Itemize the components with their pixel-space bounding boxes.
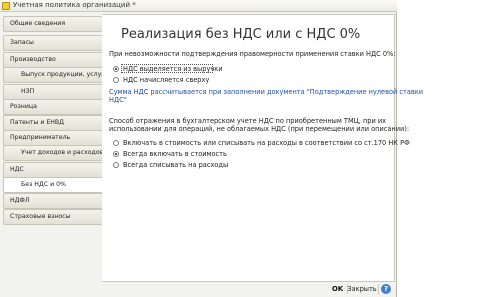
section2-label-line1: Способ отражения в бухгалтерском учете Н… bbox=[109, 117, 387, 125]
sidebar-item-ndfl[interactable]: НДФЛ bbox=[3, 193, 103, 209]
sidebar-item-general[interactable]: Общие сведения bbox=[3, 16, 103, 32]
separator bbox=[378, 284, 379, 294]
ok-button[interactable]: OK bbox=[329, 283, 346, 295]
sidebar-item-stocks[interactable]: Запасы bbox=[3, 35, 103, 51]
sidebar-item-vat[interactable]: НДС bbox=[3, 162, 103, 178]
sidebar-item-no-vat[interactable]: Без НДС и 0% bbox=[3, 177, 105, 193]
vat-note-line2: НДС" bbox=[109, 96, 127, 104]
settings-panel: Реализация без НДС или с НДС 0% При нево… bbox=[102, 14, 423, 282]
app-icon bbox=[2, 2, 10, 10]
option-include-or-expense-label: Включать в стоимость или списывать на ра… bbox=[123, 139, 410, 147]
sidebar-item-output[interactable]: Выпуск продукции, услуг bbox=[3, 67, 103, 83]
option-always-expense-label: Всегда списывать на расходы bbox=[123, 161, 229, 169]
radio-vat-added[interactable] bbox=[113, 77, 119, 83]
radio-vat-extracted[interactable] bbox=[113, 66, 119, 72]
help-icon[interactable]: ? bbox=[381, 284, 391, 294]
sidebar-item-production[interactable]: Производство bbox=[3, 52, 103, 68]
sidebar-item-wip[interactable]: НЗП bbox=[3, 84, 103, 100]
window-title: Учетная политика организаций * bbox=[13, 1, 136, 9]
sidebar-item-retail[interactable]: Розница bbox=[3, 99, 103, 115]
sidebar-item-insurance[interactable]: Страховые взносы bbox=[3, 209, 103, 225]
section1-label: При невозможности подтверждения правомер… bbox=[109, 50, 396, 58]
command-bar: OK Закрыть ? bbox=[102, 283, 396, 297]
option-always-include-label: Всегда включать в стоимость bbox=[123, 150, 227, 158]
sidebar-item-income-expense[interactable]: Учет доходов и расходов bbox=[3, 145, 103, 161]
section2-label-line2: использовании для операций, не облагаемы… bbox=[109, 125, 410, 133]
radio-always-include[interactable] bbox=[113, 151, 119, 157]
radio-always-expense[interactable] bbox=[113, 162, 119, 168]
policy-window: Учетная политика организаций * Общие све… bbox=[0, 0, 423, 297]
page-title: Реализация без НДС или с НДС 0% bbox=[121, 27, 361, 42]
vat-note-line1: Сумма НДС рассчитывается при заполнении … bbox=[109, 88, 424, 96]
option-vat-added-label: НДС начисляется сверху bbox=[123, 76, 210, 84]
sidebar-item-entrepreneur[interactable]: Предприниматель bbox=[3, 130, 103, 146]
title-bar: Учетная политика организаций * bbox=[0, 0, 397, 12]
radio-include-or-expense[interactable] bbox=[113, 140, 119, 146]
close-button[interactable]: Закрыть bbox=[347, 283, 377, 295]
sidebar-item-patents[interactable]: Патенты и ЕНВД bbox=[3, 115, 103, 131]
option-vat-extracted-label: НДС выделяется из выручки bbox=[123, 65, 223, 73]
sidebar: Общие сведения Запасы Производство Выпус… bbox=[3, 16, 105, 288]
